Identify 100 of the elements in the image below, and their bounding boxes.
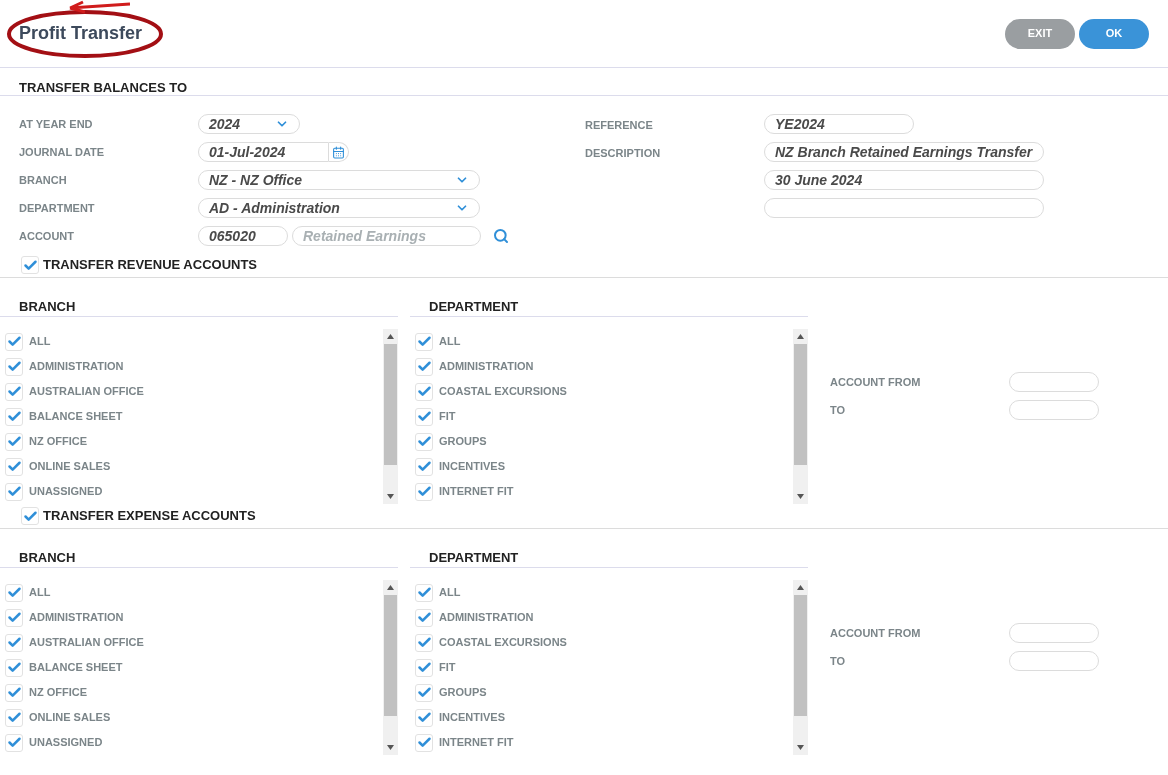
list-item-label[interactable]: FIT <box>439 659 456 676</box>
scroll-down-arrow-icon[interactable] <box>387 745 394 750</box>
text-field[interactable] <box>764 198 1044 218</box>
list-item-label[interactable]: ADMINISTRATION <box>29 609 124 626</box>
checkbox[interactable] <box>415 382 433 401</box>
section-toggle-label: TRANSFER EXPENSE ACCOUNTS <box>43 507 256 526</box>
scrollbar[interactable] <box>793 580 808 755</box>
checkbox[interactable] <box>5 332 23 351</box>
list-item-label[interactable]: INTERNET FIT <box>439 734 514 751</box>
calendar-button[interactable] <box>329 142 349 162</box>
list-item-label[interactable]: ALL <box>439 333 461 350</box>
list-item-label[interactable]: INTERNET FIT <box>439 483 514 500</box>
list-item-label[interactable]: INCENTIVES <box>439 458 505 475</box>
checkbox[interactable] <box>415 357 433 376</box>
text-field[interactable] <box>1009 400 1099 420</box>
field-label: AT YEAR END <box>19 116 94 132</box>
checkbox[interactable] <box>415 432 433 451</box>
scroll-down-arrow-icon[interactable] <box>797 745 804 750</box>
scrollbar[interactable] <box>793 329 808 504</box>
dropdown-field[interactable]: AD - Administration <box>198 198 480 218</box>
list-item-label[interactable]: GROUPS <box>439 433 487 450</box>
dropdown-field[interactable]: 2024 <box>198 114 300 134</box>
list-item-label[interactable]: ALL <box>29 333 51 350</box>
checkbox[interactable] <box>5 482 23 501</box>
account-code-field[interactable]: 065020 <box>198 226 288 246</box>
checkbox[interactable] <box>5 382 23 401</box>
list-item-label[interactable]: ALL <box>29 584 51 601</box>
action-button[interactable]: OK <box>1079 18 1149 49</box>
list-item-label[interactable]: ADMINISTRATION <box>29 358 124 375</box>
list-item-label[interactable]: INCENTIVES <box>439 709 505 726</box>
list-item-label[interactable]: AUSTRALIAN OFFICE <box>29 383 144 400</box>
checkbox[interactable] <box>415 733 433 752</box>
list-item-label[interactable]: ONLINE SALES <box>29 458 111 475</box>
field-label: DESCRIPTION <box>585 147 661 159</box>
list-item-label[interactable]: NZ OFFICE <box>29 684 88 701</box>
scrollbar[interactable] <box>383 580 398 755</box>
date-field[interactable]: 01-Jul-2024 <box>198 142 329 162</box>
scroll-down-arrow-icon[interactable] <box>387 494 394 499</box>
checkbox[interactable] <box>415 407 433 426</box>
list-item-label[interactable]: NZ OFFICE <box>29 433 88 450</box>
list-item-label[interactable]: BALANCE SHEET <box>29 408 123 425</box>
list-item-label[interactable]: UNASSIGNED <box>29 483 103 500</box>
panel-heading: BRANCH <box>19 550 77 566</box>
field-label: JOURNAL DATE <box>19 144 106 160</box>
list-item-label[interactable]: COASTAL EXCURSIONS <box>439 634 567 651</box>
checkbox[interactable] <box>415 482 433 501</box>
section-toggle-label: TRANSFER REVENUE ACCOUNTS <box>43 256 258 275</box>
checkbox[interactable] <box>5 708 23 727</box>
checkbox[interactable] <box>415 608 433 627</box>
list-item-label[interactable]: GROUPS <box>439 684 487 701</box>
checkbox[interactable] <box>415 583 433 602</box>
dropdown-field[interactable]: NZ - NZ Office <box>198 170 480 190</box>
text-field[interactable] <box>1009 623 1099 643</box>
checkbox[interactable] <box>415 708 433 727</box>
checkbox[interactable] <box>5 457 23 476</box>
scroll-down-arrow-icon[interactable] <box>797 494 804 499</box>
panel-heading: DEPARTMENT <box>429 299 520 315</box>
checkbox[interactable] <box>5 608 23 627</box>
scroll-up-arrow-icon[interactable] <box>387 334 394 339</box>
field-label: BRANCH <box>19 172 68 188</box>
checkbox[interactable] <box>5 407 23 426</box>
checkbox[interactable] <box>5 633 23 652</box>
checkbox[interactable] <box>5 658 23 677</box>
checkbox[interactable] <box>5 733 23 752</box>
action-button[interactable]: EXIT <box>1005 18 1075 49</box>
list-item-label[interactable]: BALANCE SHEET <box>29 659 123 676</box>
page-title: Profit Transfer <box>19 23 143 43</box>
checkbox[interactable] <box>415 332 433 351</box>
text-field[interactable]: 30 June 2024 <box>764 170 1044 190</box>
checkbox[interactable] <box>415 683 433 702</box>
checkbox[interactable] <box>5 583 23 602</box>
list-item-label[interactable]: UNASSIGNED <box>29 734 103 751</box>
field-label: ACCOUNT <box>19 228 75 244</box>
list-item-label[interactable]: ONLINE SALES <box>29 709 111 726</box>
list-item-label[interactable]: FIT <box>439 408 456 425</box>
list-item-label[interactable]: ADMINISTRATION <box>439 609 534 626</box>
checkbox[interactable] <box>5 357 23 376</box>
checkbox[interactable] <box>5 683 23 702</box>
checkbox[interactable] <box>415 457 433 476</box>
checkbox[interactable] <box>5 432 23 451</box>
checkbox[interactable] <box>21 507 39 525</box>
list-item-label[interactable]: AUSTRALIAN OFFICE <box>29 634 144 651</box>
text-field[interactable] <box>1009 372 1099 392</box>
field-label: TO <box>830 402 847 418</box>
checkbox[interactable] <box>21 256 39 274</box>
list-item-label[interactable]: ALL <box>439 584 461 601</box>
field-label: ACCOUNT FROM <box>830 374 922 390</box>
scrollbar[interactable] <box>383 329 398 504</box>
list-item-label[interactable]: ADMINISTRATION <box>439 358 534 375</box>
text-field[interactable] <box>1009 651 1099 671</box>
checkbox[interactable] <box>415 633 433 652</box>
scroll-up-arrow-icon[interactable] <box>797 334 804 339</box>
field-label: TO <box>830 653 847 669</box>
text-field[interactable]: NZ Branch Retained Earnings Transfer <box>764 142 1044 162</box>
list-item-label[interactable]: COASTAL EXCURSIONS <box>439 383 567 400</box>
search-icon[interactable] <box>493 228 509 244</box>
scroll-up-arrow-icon[interactable] <box>387 585 394 590</box>
checkbox[interactable] <box>415 658 433 677</box>
scroll-up-arrow-icon[interactable] <box>797 585 804 590</box>
text-field[interactable]: YE2024 <box>764 114 914 134</box>
